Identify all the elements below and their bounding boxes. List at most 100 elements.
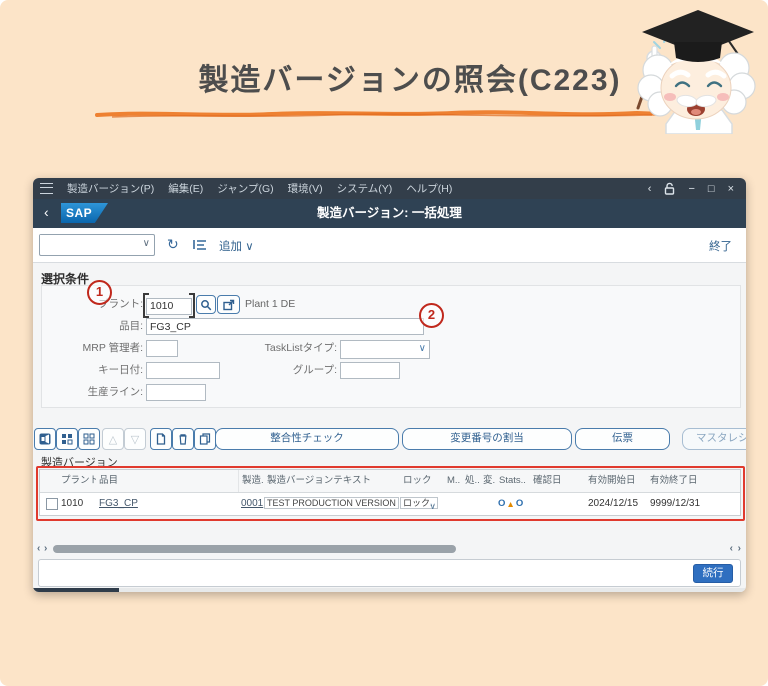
- scrollbar-thumb[interactable]: [53, 545, 456, 553]
- continue-button[interactable]: 続行: [693, 564, 733, 583]
- refresh-icon[interactable]: ↻: [167, 236, 179, 252]
- professor-illustration: [636, 10, 756, 134]
- menu-help[interactable]: ヘルプ(H): [406, 181, 452, 196]
- table-row: 1010 FG3_CP 0001 TEST PRODUCTION VERSION…: [40, 493, 740, 515]
- header-valid-from: 有効開始日: [588, 475, 636, 486]
- scroll-left-icon[interactable]: ‹: [730, 543, 733, 554]
- copy-icon[interactable]: [194, 428, 216, 450]
- header-stats: Stats..: [499, 475, 526, 486]
- footer-command-bar[interactable]: 続行: [38, 559, 741, 587]
- header-chg: 変..: [483, 475, 496, 486]
- header-valid-to: 有効終了日: [650, 475, 698, 486]
- header-material: 品目: [99, 475, 119, 486]
- status-ok-icon: O: [515, 498, 524, 509]
- sort-ascending-icon: △: [102, 428, 124, 450]
- production-line-input[interactable]: [146, 384, 206, 401]
- cell-proc: [462, 493, 480, 515]
- exit-button[interactable]: 終了: [709, 238, 732, 254]
- toolbar: ∨ ↻ 追加 ∨ 終了: [33, 228, 746, 263]
- cell-m: [444, 493, 462, 515]
- close-button[interactable]: ×: [728, 183, 734, 195]
- master-recipe-button[interactable]: マスタレシピ編集: [682, 428, 746, 450]
- chevron-down-icon: ∨: [245, 241, 254, 253]
- tasklist-type-select[interactable]: ∨: [340, 340, 430, 359]
- horizontal-scrollbar: ‹ › ‹ ›: [33, 543, 746, 554]
- hamburger-menu-icon[interactable]: [40, 183, 53, 194]
- material-input[interactable]: [146, 318, 424, 335]
- window-bottom-strip: [33, 588, 746, 592]
- cell-material-link[interactable]: FG3_CP: [99, 498, 138, 509]
- key-date-input[interactable]: [146, 362, 220, 379]
- collapse-chevron-icon[interactable]: ‹: [648, 183, 652, 195]
- production-line-label: 生産ライン:: [87, 386, 143, 398]
- header-proc: 処..: [465, 475, 480, 486]
- header-version: 製造..: [238, 470, 264, 492]
- plant-field-focus: [143, 293, 195, 317]
- transaction-combobox[interactable]: ∨: [39, 234, 155, 256]
- mrp-controller-input[interactable]: [146, 340, 178, 357]
- table-header-row: プラント 品目 製造.. 製造バージョンテキスト ロック M.. 処.. 変..…: [40, 470, 740, 493]
- plant-input[interactable]: [146, 297, 192, 315]
- app-header-bar: ‹ SAP 製造バージョン: 一括処理: [33, 199, 746, 228]
- cell-lock-dropdown[interactable]: ロック.. ∨: [400, 497, 439, 511]
- select-views-icon[interactable]: [34, 428, 56, 450]
- production-version-section-label: 製造バージョン: [41, 457, 118, 469]
- cell-confirm-date: [530, 493, 585, 515]
- cell-version-text[interactable]: TEST PRODUCTION VERSION: [264, 497, 399, 509]
- header-select: [40, 470, 58, 492]
- group-label: グループ:: [292, 364, 337, 376]
- scroll-left-icon[interactable]: ‹: [37, 543, 40, 554]
- key-date-label: キー日付:: [98, 364, 143, 376]
- cell-plant: 1010: [61, 498, 84, 509]
- add-menu-button[interactable]: 追加 ∨: [219, 238, 254, 254]
- tasklist-type-label: TaskListタイプ:: [264, 342, 337, 354]
- select-all-icon[interactable]: [56, 428, 78, 450]
- create-page-icon[interactable]: [150, 428, 172, 450]
- group-input[interactable]: [340, 362, 400, 379]
- consistency-check-button[interactable]: 整合性チェック: [215, 428, 399, 450]
- status-ok-icon: O: [498, 498, 506, 509]
- material-label: 品目:: [119, 320, 143, 332]
- header-confirm-date: 確認日: [533, 475, 562, 486]
- minimize-button[interactable]: −: [688, 183, 694, 195]
- status-warning-icon: ▲: [506, 499, 515, 509]
- menu-production-version[interactable]: 製造バージョン(P): [67, 181, 154, 196]
- overview-list-icon[interactable]: [193, 238, 207, 251]
- header-text: 製造バージョンテキスト: [267, 475, 372, 486]
- menu-bar: 製造バージョン(P) 編集(E) ジャンプ(G) 環境(V) システム(Y) ヘ…: [33, 178, 746, 199]
- unlock-icon[interactable]: [664, 182, 675, 195]
- chevron-down-icon: ∨: [418, 343, 426, 354]
- header-lock: ロック: [403, 475, 432, 486]
- assign-change-number-button[interactable]: 変更番号の割当: [402, 428, 572, 450]
- annotation-step-1: 1: [87, 280, 112, 305]
- open-in-new-window-icon[interactable]: [217, 295, 240, 314]
- menu-environment[interactable]: 環境(V): [288, 181, 323, 196]
- row-checkbox[interactable]: [46, 498, 58, 510]
- production-version-table: プラント 品目 製造.. 製造バージョンテキスト ロック M.. 処.. 変..…: [39, 469, 741, 516]
- value-help-search-icon[interactable]: [196, 295, 216, 314]
- screen-title: 製造バージョン: 一括処理: [317, 206, 462, 220]
- chevron-down-icon: ∨: [142, 238, 150, 249]
- document-button[interactable]: 伝票: [575, 428, 670, 450]
- sap-window: 製造バージョン(P) 編集(E) ジャンプ(G) 環境(V) システム(Y) ヘ…: [33, 178, 746, 592]
- chevron-down-icon: ∨: [429, 501, 437, 511]
- status-strip-segment: [33, 588, 119, 592]
- scroll-right-icon[interactable]: ›: [44, 543, 47, 554]
- cell-valid-from: 2024/12/15: [588, 498, 639, 509]
- title-underline-scribble: [95, 110, 664, 118]
- transaction-input[interactable]: [40, 235, 142, 253]
- deselect-all-icon[interactable]: [78, 428, 100, 450]
- scroll-right-icon[interactable]: ›: [738, 543, 741, 554]
- cell-chg: [480, 493, 496, 515]
- header-plant: プラント: [61, 475, 96, 486]
- cell-status: O ▲ O: [496, 493, 530, 515]
- menu-edit[interactable]: 編集(E): [168, 181, 203, 196]
- cell-version-link[interactable]: 0001: [241, 498, 263, 509]
- annotation-step-2: 2: [419, 303, 444, 328]
- menu-goto[interactable]: ジャンプ(G): [217, 181, 273, 196]
- maximize-button[interactable]: □: [708, 183, 715, 195]
- mrp-controller-label: MRP 管理者:: [82, 342, 143, 354]
- delete-trash-icon[interactable]: [172, 428, 194, 450]
- cell-valid-to: 9999/12/31: [650, 498, 701, 509]
- menu-system[interactable]: システム(Y): [337, 181, 393, 196]
